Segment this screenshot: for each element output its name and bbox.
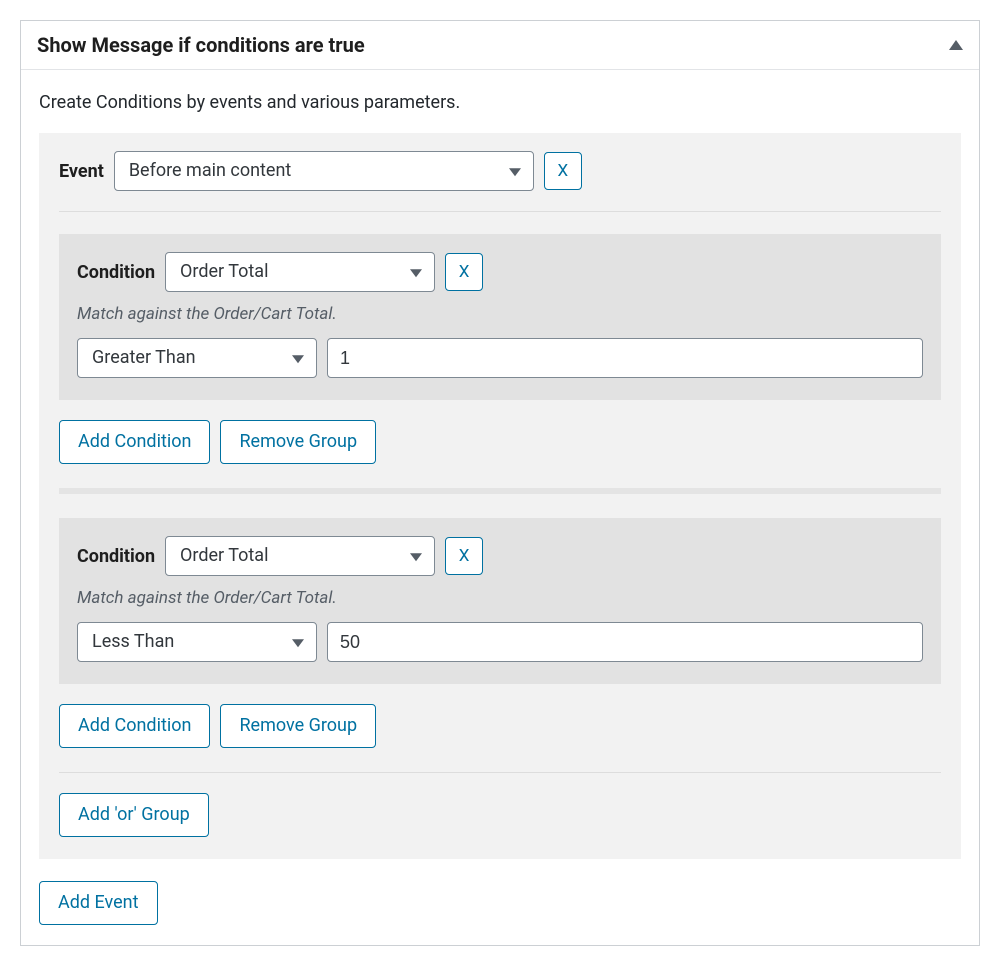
condition-select-row: Condition Order Total X (77, 252, 923, 292)
condition-card: Condition Order Total X Match against th… (59, 518, 941, 684)
group-divider (59, 488, 941, 494)
conditions-panel: Show Message if conditions are true Crea… (20, 20, 980, 946)
group-actions-row: Add Condition Remove Group (59, 420, 941, 464)
or-group-row: Add 'or' Group (59, 793, 941, 859)
group-actions-row: Add Condition Remove Group (59, 704, 941, 748)
divider (59, 772, 941, 773)
divider (59, 211, 941, 212)
condition-value-input[interactable] (327, 338, 923, 378)
add-event-button[interactable]: Add Event (39, 881, 158, 925)
condition-label: Condition (77, 546, 155, 567)
add-condition-button[interactable]: Add Condition (59, 420, 210, 464)
panel-body: Create Conditions by events and various … (21, 70, 979, 945)
condition-operator-select[interactable]: Less Than (77, 622, 317, 662)
remove-condition-button[interactable]: X (445, 537, 483, 575)
event-select[interactable]: Before main content (114, 151, 534, 191)
condition-operator-select[interactable]: Greater Than (77, 338, 317, 378)
remove-condition-button[interactable]: X (445, 253, 483, 291)
condition-type-select[interactable]: Order Total (165, 252, 435, 292)
condition-description: Match against the Order/Cart Total. (77, 588, 923, 608)
condition-card: Condition Order Total X Match against th… (59, 234, 941, 400)
add-or-group-button[interactable]: Add 'or' Group (59, 793, 209, 837)
condition-description: Match against the Order/Cart Total. (77, 304, 923, 324)
condition-value-row: Less Than (77, 622, 923, 662)
event-block: Event Before main content X Condition Or… (39, 133, 961, 859)
condition-value-row: Greater Than (77, 338, 923, 378)
condition-label: Condition (77, 262, 155, 283)
condition-select-row: Condition Order Total X (77, 536, 923, 576)
condition-value-input[interactable] (327, 622, 923, 662)
event-label: Event (59, 161, 104, 182)
panel-title: Show Message if conditions are true (37, 33, 365, 57)
add-condition-button[interactable]: Add Condition (59, 704, 210, 748)
panel-intro-text: Create Conditions by events and various … (39, 92, 961, 113)
condition-type-select[interactable]: Order Total (165, 536, 435, 576)
remove-group-button[interactable]: Remove Group (220, 420, 376, 464)
remove-group-button[interactable]: Remove Group (220, 704, 376, 748)
panel-header[interactable]: Show Message if conditions are true (21, 21, 979, 70)
event-row: Event Before main content X (59, 151, 941, 191)
chevron-up-icon (949, 40, 963, 50)
remove-event-button[interactable]: X (544, 152, 582, 190)
add-event-row: Add Event (39, 881, 961, 925)
